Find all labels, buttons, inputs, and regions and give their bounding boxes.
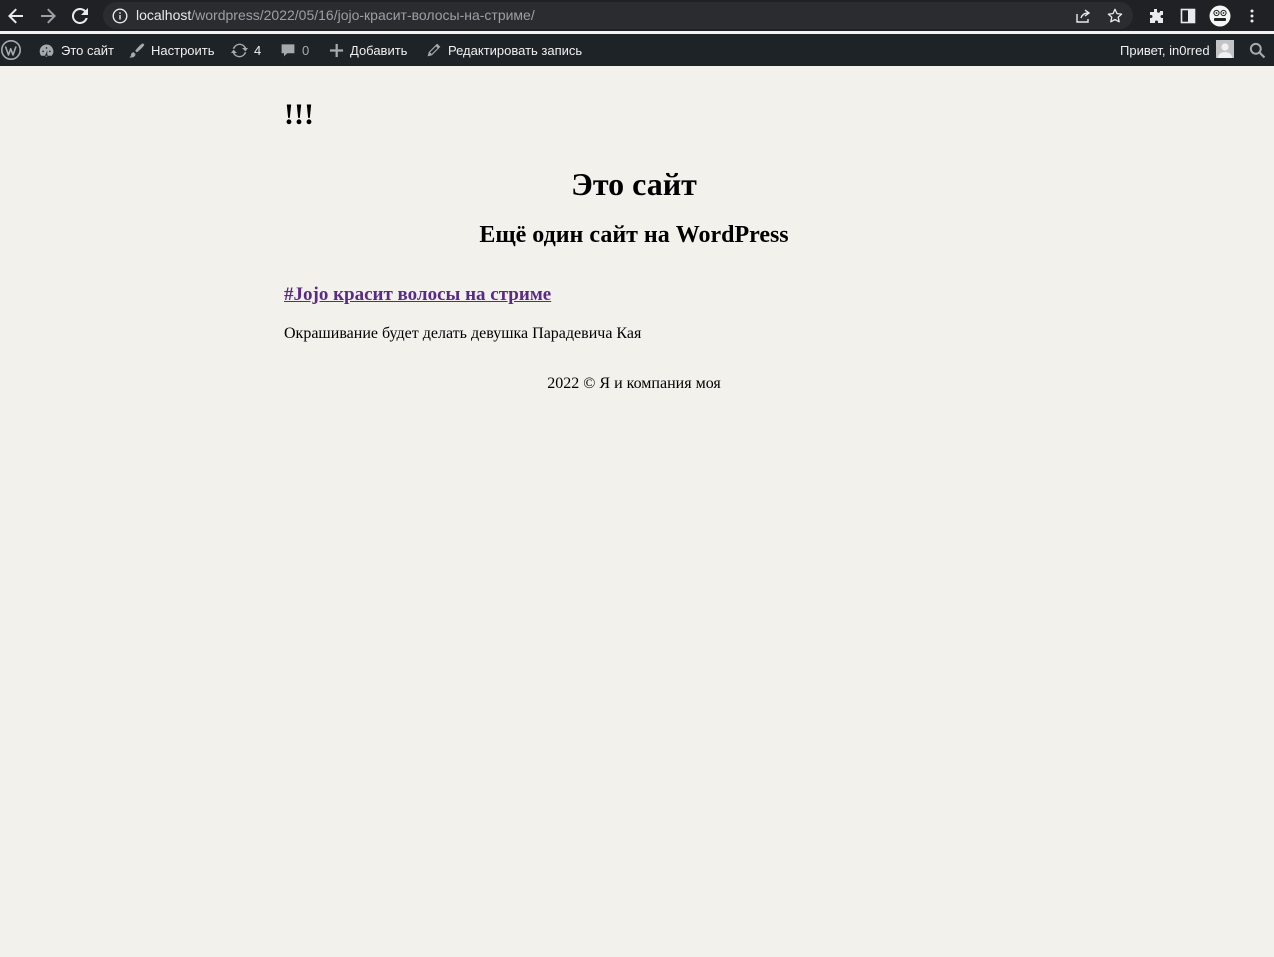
admin-bar-edit-label: Редактировать запись — [448, 42, 583, 58]
wordpress-logo-icon[interactable] — [1, 34, 21, 66]
admin-bar-site[interactable]: Это сайт — [38, 34, 114, 66]
site-footer: 2022 © Я и компания моя — [547, 375, 721, 392]
address-bar[interactable]: localhost/wordpress/2022/05/16/jojo-крас… — [103, 2, 1133, 29]
pencil-icon — [426, 42, 442, 58]
admin-bar-customize-label: Настроить — [151, 42, 215, 58]
url-host: localhost — [136, 7, 192, 23]
search-icon[interactable] — [1249, 34, 1266, 66]
brush-icon — [128, 42, 145, 59]
plus-icon — [329, 43, 344, 58]
url-text[interactable]: localhost/wordpress/2022/05/16/jojo-крас… — [136, 7, 535, 23]
menu-icon[interactable] — [1240, 4, 1264, 28]
updates-icon — [231, 42, 248, 59]
extensions-icon[interactable] — [1144, 4, 1168, 28]
admin-bar-site-label: Это сайт — [61, 42, 114, 58]
site-title: Это сайт — [571, 166, 697, 202]
admin-bar-comments[interactable]: 0 — [280, 34, 309, 66]
admin-bar-updates[interactable]: 4 — [231, 34, 261, 66]
wp-admin-bar: Это сайт Настроить 4 0 Добавить Редактир… — [0, 34, 1274, 66]
dashboard-icon — [38, 42, 55, 59]
admin-bar-account[interactable]: Привет, in0rred — [1120, 34, 1234, 66]
site-mark: !!! — [284, 98, 314, 131]
profile-avatar[interactable] — [1208, 4, 1232, 28]
forward-arrow-icon[interactable] — [36, 4, 60, 28]
admin-bar-greeting: Привет, in0rred — [1120, 42, 1210, 58]
site-description: Ещё один сайт на WordPress — [479, 222, 789, 248]
admin-bar-new[interactable]: Добавить — [329, 34, 407, 66]
url-path: /wordpress/2022/05/16/jojo-красит-волосы… — [191, 7, 535, 23]
reload-icon[interactable] — [68, 4, 92, 28]
share-icon[interactable] — [1073, 6, 1093, 26]
admin-bar-updates-count: 4 — [254, 42, 262, 58]
star-icon[interactable] — [1105, 6, 1125, 26]
browser-toolbar: localhost/wordpress/2022/05/16/jojo-крас… — [0, 0, 1274, 31]
user-avatar-icon — [1215, 39, 1234, 61]
admin-bar-new-label: Добавить — [350, 42, 408, 58]
post-excerpt: Окрашивание будет делать девушка Парадев… — [284, 325, 642, 342]
side-panel-icon[interactable] — [1176, 4, 1200, 28]
comment-icon — [280, 42, 296, 58]
back-arrow-icon[interactable] — [4, 4, 28, 28]
post-title: #Jojo красит волосы на стриме — [284, 284, 551, 306]
admin-bar-comments-count: 0 — [302, 42, 310, 58]
admin-bar-edit-post[interactable]: Редактировать запись — [426, 34, 582, 66]
admin-bar-customize[interactable]: Настроить — [128, 34, 215, 66]
info-icon[interactable] — [110, 6, 130, 26]
post-title-link[interactable]: #Jojo красит волосы на стриме — [284, 284, 551, 305]
